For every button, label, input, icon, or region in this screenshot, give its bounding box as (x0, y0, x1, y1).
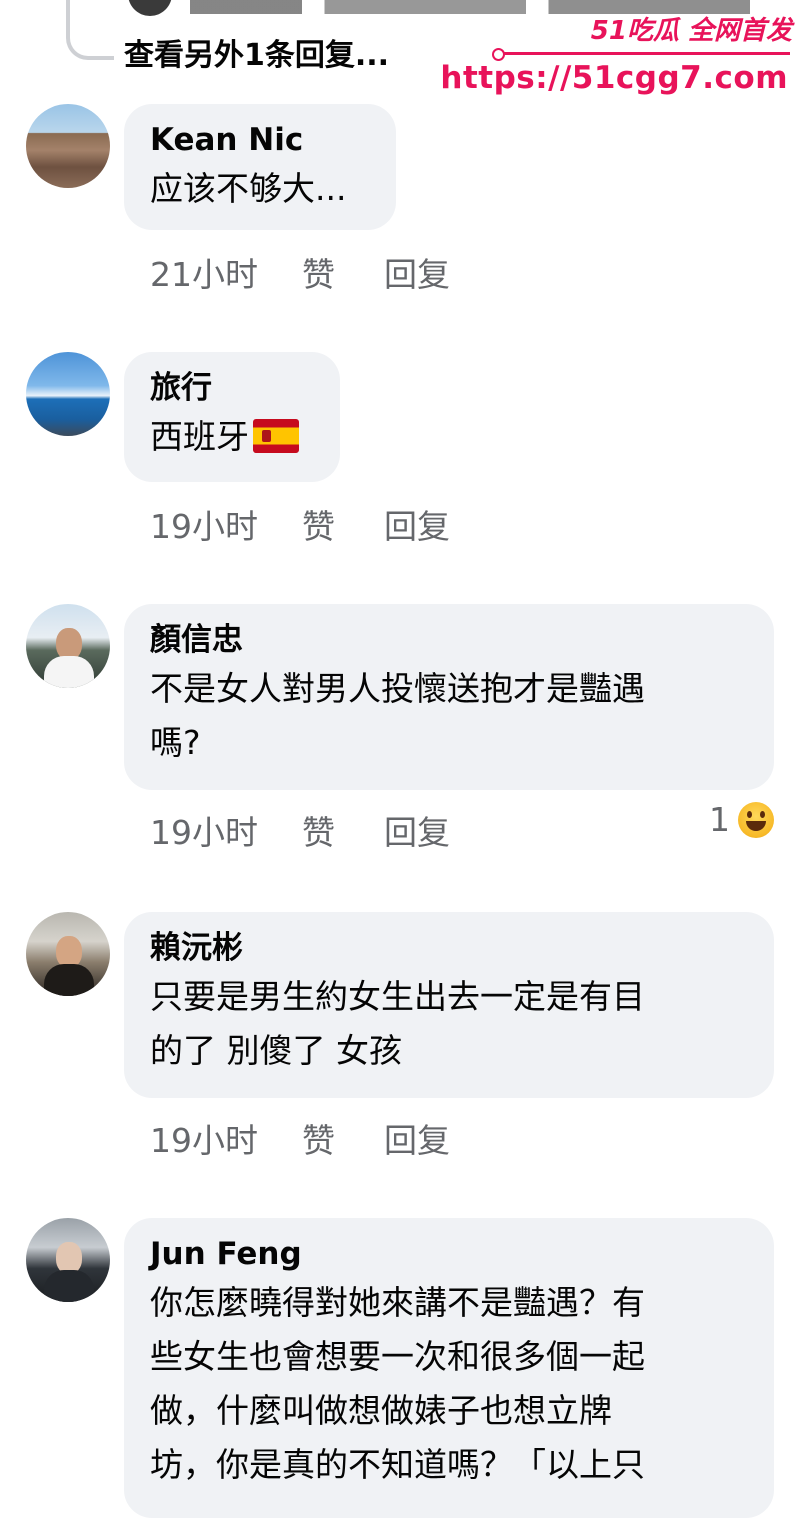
like-button[interactable]: 赞 (302, 248, 384, 296)
reply-thread-line (66, 0, 114, 60)
comment-author[interactable]: 旅行 (150, 366, 314, 410)
comment-meta: 21小时赞回复 (150, 248, 450, 296)
sea-view-avatar[interactable] (26, 352, 110, 436)
comment-author[interactable]: 顏信忠 (150, 618, 748, 662)
comment-meta: 19小时赞回复 (150, 806, 450, 854)
comment-meta: 19小时赞回复 (150, 500, 450, 548)
watermark-brand: 51吃瓜 全网首发 (590, 16, 792, 46)
comment-author[interactable]: Kean Nic (150, 118, 370, 162)
comment-text-line: 只要是男生約女生出去一定是有目 (150, 977, 645, 1016)
reaction-count: 1 (709, 800, 730, 839)
avatar[interactable] (128, 0, 172, 16)
avatar-body (44, 656, 94, 688)
avatar-body (44, 1270, 94, 1302)
sunglasses-avatar[interactable] (26, 1218, 110, 1302)
reply-button[interactable]: 回复 (384, 500, 450, 548)
comment-text-line: 你怎麼曉得對她來講不是豔遇？有 (150, 1283, 645, 1322)
comment-text-line: 些女生也會想要一次和很多個一起 (150, 1337, 645, 1376)
like-button[interactable]: 赞 (302, 806, 384, 854)
comment-bubble: 賴沅彬 只要是男生約女生出去一定是有目 的了 別傻了 女孩 (124, 912, 774, 1098)
spain-flag-icon (253, 419, 299, 453)
reaction-summary[interactable]: 1 (709, 800, 774, 839)
comment-time[interactable]: 19小时 (150, 806, 302, 854)
comment-author[interactable]: Jun Feng (150, 1232, 748, 1276)
man-selfie-avatar[interactable] (26, 912, 110, 996)
comment-text-content: 西班牙 (150, 417, 249, 456)
comment-time[interactable]: 21小时 (150, 248, 302, 296)
avatar-body (44, 964, 94, 996)
like-button[interactable]: 赞 (302, 500, 384, 548)
comment-bubble: 旅行 西班牙 (124, 352, 340, 482)
comment-bubble: Kean Nic 应该不够大... (124, 104, 396, 230)
reply-button[interactable]: 回复 (384, 248, 450, 296)
man-portrait-avatar[interactable] (26, 604, 110, 688)
comment-bubble: 顏信忠 不是女人對男人投懷送抱才是豔遇 嗎? (124, 604, 774, 790)
reply-button[interactable]: 回复 (384, 806, 450, 854)
comment-bubble: Jun Feng 你怎麼曉得對她來講不是豔遇？有 些女生也會想要一次和很多個一起… (124, 1218, 774, 1518)
comment-text-line: 嗎? (150, 723, 201, 762)
comment-text: 应该不够大... (150, 169, 347, 208)
comment-meta: 19小时赞回复 (150, 1114, 450, 1162)
laughing-emoji-icon (738, 801, 774, 838)
comment-time[interactable]: 19小时 (150, 500, 302, 548)
comment-time[interactable]: 19小时 (150, 1114, 302, 1162)
watermark: 51吃瓜 全网首发 https://51cgg7.com (440, 6, 792, 96)
view-more-replies-link[interactable]: 查看另外1条回复... (124, 30, 389, 74)
like-button[interactable]: 赞 (302, 1114, 384, 1162)
comment-text: 西班牙 (150, 410, 314, 464)
watermark-url: https://51cgg7.com (440, 60, 788, 96)
comment-author[interactable]: 賴沅彬 (150, 926, 748, 970)
comment-text-line: 做，什麼叫做想做婊子也想立牌 (150, 1391, 612, 1430)
comment-text-line: 不是女人對男人投懷送抱才是豔遇 (150, 669, 645, 708)
comment-text-line: 的了 別傻了 女孩 (150, 1031, 402, 1070)
rocky-coast-avatar[interactable] (26, 104, 110, 188)
watermark-divider (492, 48, 790, 61)
reply-button[interactable]: 回复 (384, 1114, 450, 1162)
comment-text-line: 坊，你是真的不知道嗎？「以上只 (150, 1445, 645, 1484)
